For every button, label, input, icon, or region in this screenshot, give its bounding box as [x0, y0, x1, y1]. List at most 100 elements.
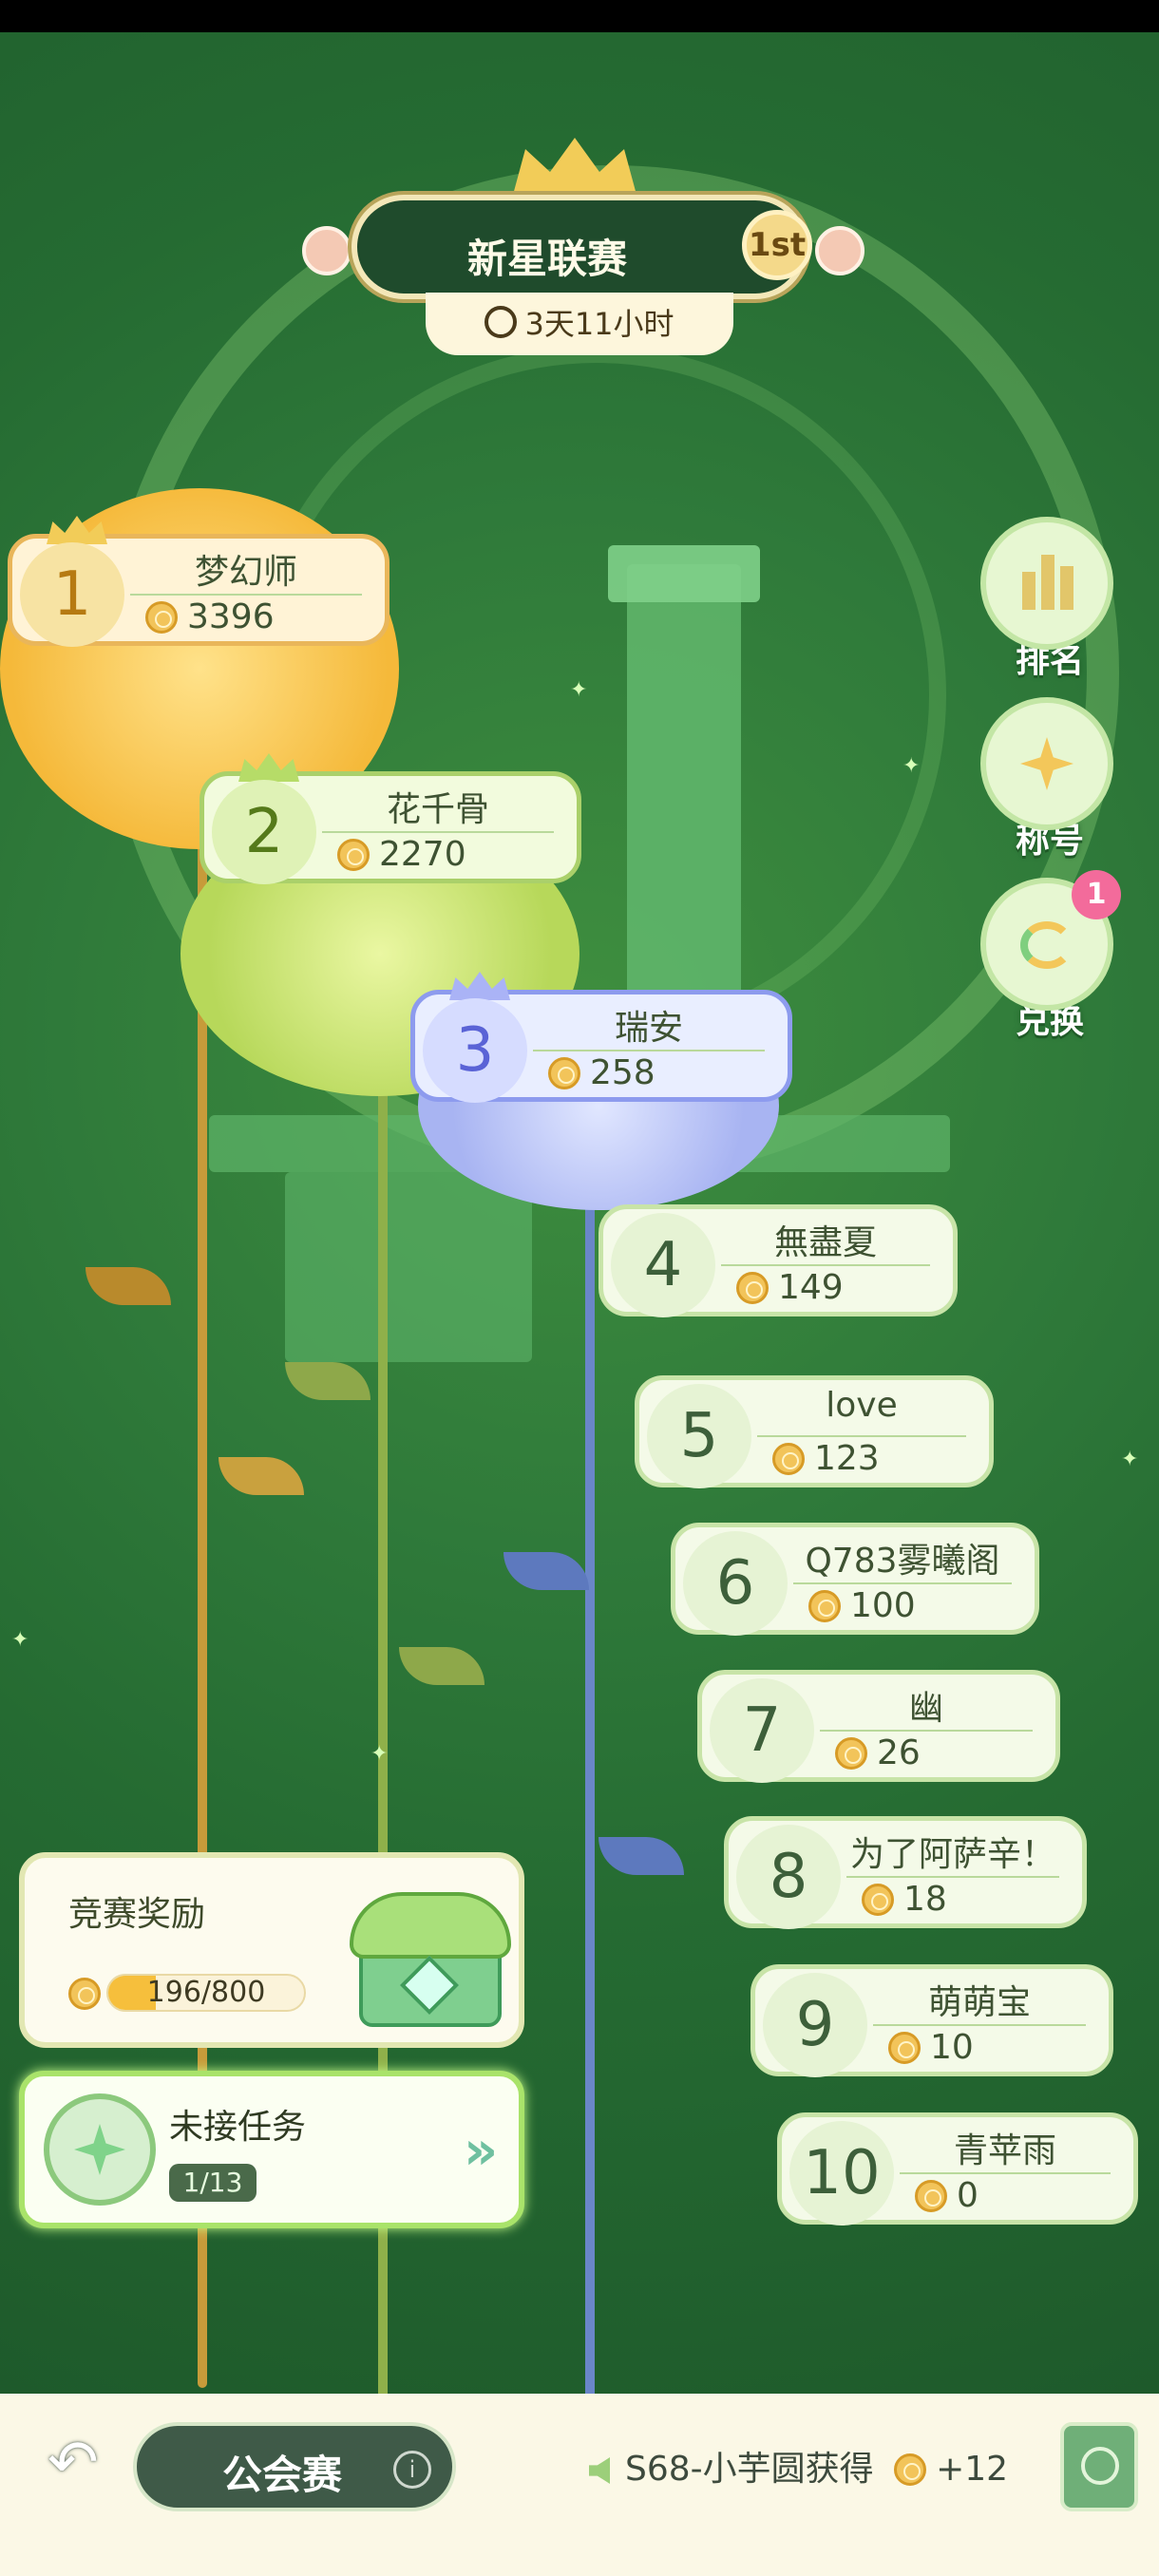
competition-reward-panel[interactable]: 竞赛奖励 196/800 — [19, 1852, 524, 2048]
player-score: 3396 — [145, 597, 275, 636]
player-score: 123 — [772, 1439, 880, 1478]
medal-icon — [548, 1057, 580, 1089]
speaker-icon — [589, 2457, 610, 2484]
castle-roof — [608, 545, 760, 602]
info-icon[interactable]: i — [393, 2451, 431, 2489]
ranking-card-3[interactable]: 3 瑞安 258 — [410, 972, 792, 1103]
notification-badge: 1 — [1072, 870, 1121, 919]
player-name: 为了阿萨辛！ — [849, 1835, 1055, 1874]
ranking-card-1[interactable]: 1 梦幻师 3396 — [8, 516, 390, 647]
ticker-reward: +12 — [936, 2450, 1009, 2489]
leaf — [86, 1267, 171, 1305]
league-title-plate: 新星联赛 1st — [352, 195, 812, 299]
score-value: 100 — [850, 1586, 916, 1625]
bar-chart-icon — [980, 517, 1113, 650]
timer-text: 3天11小时 — [524, 306, 674, 342]
medal-icon — [337, 839, 370, 871]
broadcast-ticker: S68-小芋圆获得 +12 — [589, 2441, 1008, 2491]
divider — [757, 1435, 966, 1437]
medal-icon — [736, 1272, 769, 1304]
castle-tower — [627, 564, 741, 1058]
star-icon — [74, 2124, 125, 2175]
ranking-card-8[interactable]: 8 为了阿萨辛！ 18 — [724, 1816, 1087, 1929]
medal-icon — [888, 2032, 921, 2064]
reward-title: 竞赛奖励 — [68, 1895, 206, 1934]
back-arrow-icon: ↶ — [48, 2428, 99, 2498]
divider — [533, 1050, 765, 1051]
rank-number: 9 — [763, 1973, 867, 2077]
medal-icon — [835, 1737, 867, 1770]
side-button-ranking[interactable]: 排名 — [980, 517, 1119, 682]
sparkle-icon: ✦ — [570, 678, 588, 702]
guild-league-label: 公会赛 — [222, 2452, 343, 2498]
divider — [322, 831, 554, 833]
medal-icon — [894, 2453, 927, 2486]
medal-icon — [808, 1590, 841, 1622]
score-value: 0 — [957, 2176, 978, 2215]
flower-decoration-icon — [815, 226, 864, 275]
castle-stairs — [285, 1172, 532, 1362]
leaf — [598, 1837, 684, 1875]
divider — [793, 1582, 1012, 1584]
ranking-card-5[interactable]: 5 love 123 — [635, 1375, 994, 1488]
divider — [873, 2024, 1086, 2026]
ranking-card-6[interactable]: 6 Q783雾曦阁 100 — [671, 1523, 1039, 1636]
rank-number: 10 — [789, 2121, 894, 2226]
rank-number: 5 — [647, 1384, 751, 1488]
medal-icon — [915, 2180, 947, 2212]
double-chevron-right-icon[interactable]: » — [464, 2120, 498, 2182]
score-value: 149 — [778, 1268, 844, 1307]
ranking-card-4[interactable]: 4 無盡夏 149 — [598, 1204, 958, 1317]
treasure-chest-icon[interactable] — [350, 1879, 511, 2031]
rank-medal-badge: 1st — [742, 210, 812, 280]
medal-icon — [145, 601, 178, 634]
ranking-card-2[interactable]: 2 花千骨 2270 — [200, 753, 581, 884]
side-button-exchange[interactable]: 1 兑换 — [980, 870, 1121, 1043]
divider — [820, 1730, 1033, 1732]
task-title: 未接任务 — [169, 2108, 307, 2147]
ranking-card-7[interactable]: 7 幽 26 — [697, 1670, 1060, 1783]
task-panel[interactable]: 未接任务 1/13 » — [19, 2071, 524, 2228]
chest-lid — [350, 1892, 511, 1959]
countdown-timer: 3天11小时 — [426, 293, 733, 355]
score-value: 18 — [903, 1880, 947, 1919]
player-name: Q783雾曦阁 — [805, 1542, 1000, 1581]
rank-number: 4 — [611, 1213, 715, 1317]
rank-number: 3 — [423, 998, 527, 1103]
leaf — [399, 1647, 484, 1685]
bottom-bar: ↶ 公会赛 i S68-小芋圆获得 +12 — [0, 2394, 1159, 2576]
flower-decoration-icon — [302, 226, 352, 275]
player-name: 萌萌宝 — [927, 1983, 1031, 2022]
player-score: 258 — [548, 1053, 656, 1092]
side-button-title[interactable]: 称号 — [980, 697, 1119, 862]
league-title: 新星联赛 — [466, 236, 627, 282]
guild-league-button[interactable]: 公会赛 i — [133, 2422, 456, 2511]
rank-number: 7 — [710, 1678, 814, 1783]
flower-stem — [585, 1134, 595, 2394]
score-value: 258 — [590, 1053, 656, 1092]
divider — [721, 1264, 930, 1266]
player-score: 10 — [888, 2028, 974, 2067]
player-name: love — [826, 1386, 898, 1425]
reward-progress: 196/800 — [68, 1970, 306, 2014]
medal-icon — [68, 1978, 101, 2010]
sparkle-icon: ✦ — [11, 1628, 29, 1652]
player-name: 無盡夏 — [773, 1223, 877, 1262]
clock-icon — [484, 306, 518, 338]
divider — [846, 1876, 1059, 1878]
ranking-card-9[interactable]: 9 萌萌宝 10 — [750, 1964, 1113, 2077]
back-button[interactable]: ↶ — [48, 2422, 124, 2498]
rulebook-icon[interactable] — [1060, 2422, 1138, 2511]
ranking-card-10[interactable]: 10 青苹雨 0 — [777, 2112, 1138, 2226]
status-bar — [0, 0, 1159, 32]
rank-number: 8 — [736, 1825, 841, 1929]
player-name: 花千骨 — [386, 790, 489, 829]
sparkle-icon: ✦ — [370, 1742, 389, 1766]
player-name: 瑞安 — [614, 1009, 683, 1048]
rank-number: 6 — [683, 1531, 788, 1636]
score-value: 26 — [877, 1733, 921, 1772]
score-value: 123 — [814, 1439, 880, 1478]
player-score: 149 — [736, 1268, 844, 1307]
score-value: 2270 — [379, 835, 466, 874]
divider — [130, 594, 362, 596]
